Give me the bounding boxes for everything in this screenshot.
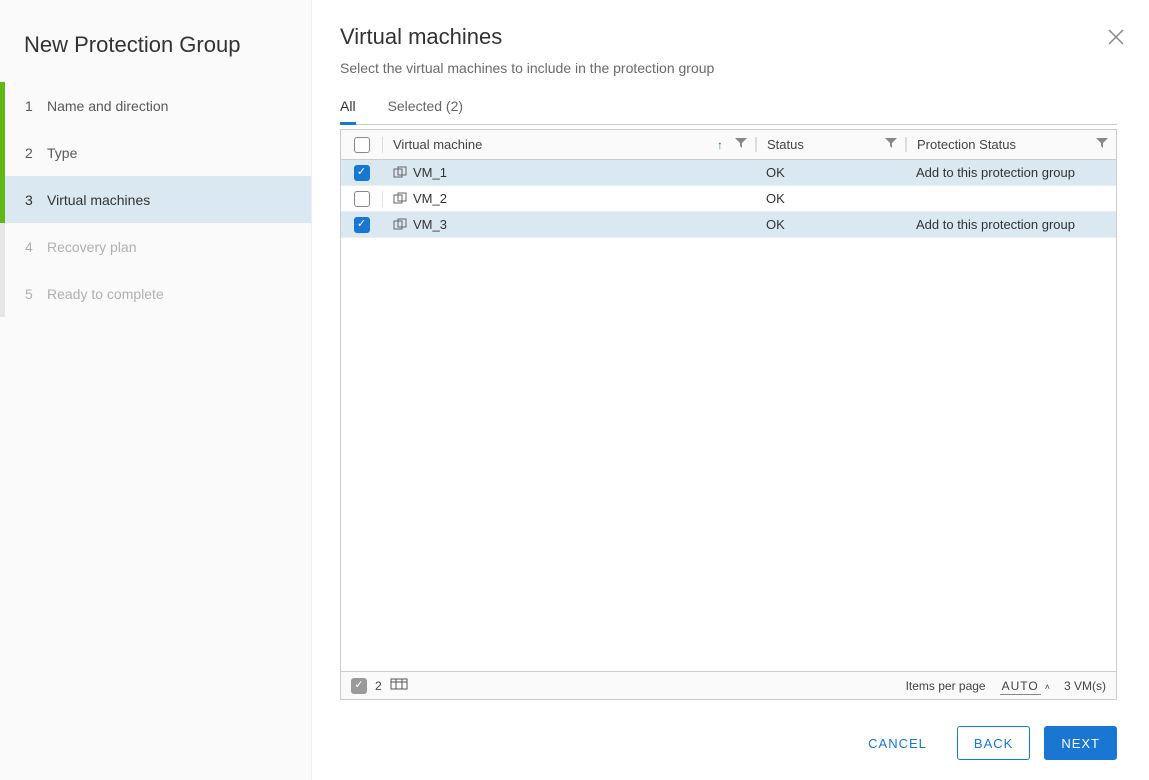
step-recovery-plan: 4 Recovery plan (0, 223, 311, 270)
step-ready-to-complete: 5 Ready to complete (0, 270, 311, 317)
selected-count-icon (351, 678, 367, 694)
select-all-checkbox[interactable] (354, 137, 370, 153)
row-checkbox[interactable] (354, 217, 370, 233)
vm-status: OK (756, 165, 906, 180)
table-row[interactable]: VM_1 OK Add to this protection group (341, 160, 1116, 186)
vm-name: VM_3 (413, 217, 447, 232)
vm-status: OK (756, 191, 906, 206)
row-checkbox[interactable] (354, 191, 370, 207)
tab-selected[interactable]: Selected (2) (388, 94, 463, 125)
selected-count: 2 (375, 679, 382, 693)
wizard-title: New Protection Group (0, 24, 311, 82)
filter-icon[interactable] (735, 137, 747, 152)
column-settings-icon[interactable] (390, 678, 408, 693)
row-checkbox[interactable] (354, 165, 370, 181)
tab-all[interactable]: All (340, 94, 356, 125)
vm-icon (393, 166, 407, 180)
column-header-status[interactable]: Status (756, 137, 906, 152)
table-row[interactable]: VM_2 OK (341, 186, 1116, 212)
vm-icon (393, 218, 407, 232)
step-type[interactable]: 2 Type (0, 129, 311, 176)
sort-asc-icon[interactable]: ↑ (717, 138, 723, 152)
step-virtual-machines[interactable]: 3 Virtual machines (0, 176, 311, 223)
table-row[interactable]: VM_3 OK Add to this protection group (341, 212, 1116, 238)
next-button[interactable]: NEXT (1044, 726, 1117, 760)
wizard-sidebar: New Protection Group 1 Name and directio… (0, 0, 312, 780)
wizard-main: Virtual machines Select the virtual mach… (312, 0, 1149, 780)
close-icon[interactable] (1107, 28, 1125, 46)
column-header-vm[interactable]: Virtual machine ↑ (383, 137, 756, 152)
page-subtitle: Select the virtual machines to include i… (340, 60, 1117, 76)
vm-table: Virtual machine ↑ Status Protection Stat… (340, 129, 1117, 700)
step-name-and-direction[interactable]: 1 Name and direction (0, 82, 311, 129)
vm-name: VM_2 (413, 191, 447, 206)
filter-icon[interactable] (1096, 137, 1108, 152)
back-button[interactable]: BACK (957, 726, 1030, 760)
vm-protection-status: Add to this protection group (906, 217, 1116, 232)
total-count: 3 VM(s) (1064, 679, 1106, 693)
vm-status: OK (756, 217, 906, 232)
page-title: Virtual machines (340, 20, 1117, 60)
items-per-page-select[interactable]: AUTO˄ (1000, 679, 1050, 693)
wizard-steps: 1 Name and direction 2 Type 3 Virtual ma… (0, 82, 311, 317)
chevron-up-icon: ˄ (1045, 682, 1050, 692)
vm-icon (393, 192, 407, 206)
table-header-row: Virtual machine ↑ Status Protection Stat… (341, 130, 1116, 160)
items-per-page-label: Items per page (906, 679, 986, 693)
vm-name: VM_1 (413, 165, 447, 180)
table-footer: 2 Items per page AUTO˄ 3 VM(s) (341, 671, 1116, 699)
cancel-button[interactable]: CANCEL (852, 726, 943, 760)
column-header-protection[interactable]: Protection Status (906, 137, 1116, 152)
wizard-footer: CANCEL BACK NEXT (340, 700, 1117, 760)
vm-protection-status: Add to this protection group (906, 165, 1116, 180)
tab-bar: All Selected (2) (340, 94, 1117, 125)
filter-icon[interactable] (885, 137, 897, 152)
